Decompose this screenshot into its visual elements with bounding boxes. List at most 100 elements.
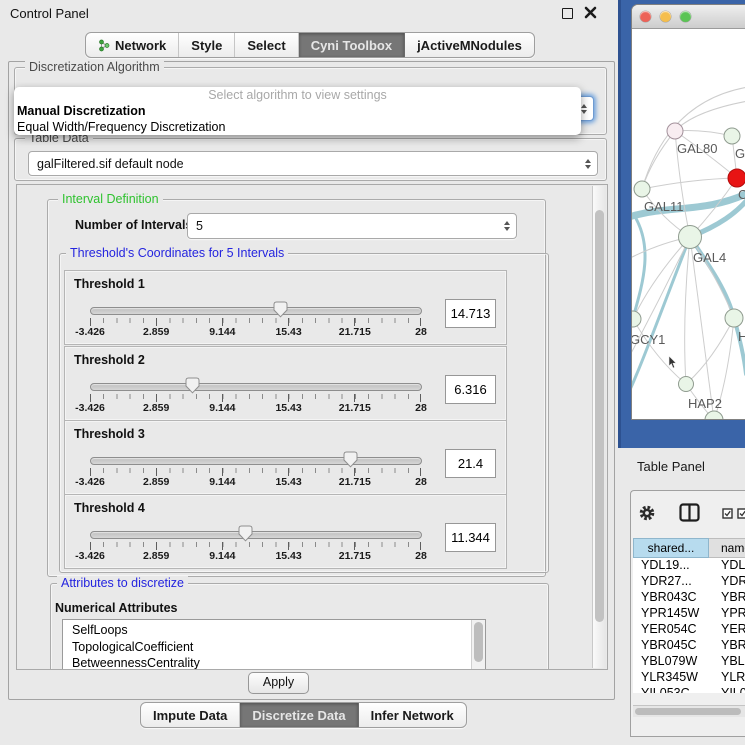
numerical-attributes-label: Numerical Attributes (55, 601, 177, 615)
table-horizontal-scrollbar[interactable] (633, 705, 745, 717)
table-panel-window: shared... name YDL19...YDL1 YDR27...YDR2… (630, 490, 745, 737)
table-panel-toolbar (631, 491, 745, 537)
group-label: Interval Definition (58, 192, 163, 206)
threshold-panel: Threshold 1 -3.4262.8599.14415.4321.7152… (64, 270, 507, 345)
table-row[interactable]: YBR043CYBR0 (633, 590, 745, 606)
node-label-gal11: GAL11 (644, 199, 684, 214)
node-label-gal80: GAL80 (677, 141, 717, 156)
threshold-panel: Threshold 3 -3.4262.8599.14415.4321.7152… (64, 420, 507, 495)
threshold-label: Threshold 4 (74, 501, 145, 515)
threshold-value-field[interactable] (445, 449, 496, 478)
threshold-value-field[interactable] (445, 523, 496, 552)
num-intervals-combobox[interactable]: 5 (187, 213, 517, 239)
node-label-h: H (738, 329, 745, 344)
slider-thumb[interactable] (238, 525, 253, 542)
threshold-label: Threshold 1 (74, 277, 145, 291)
float-window-icon[interactable] (562, 8, 573, 19)
list-item[interactable]: TopologicalCoefficient (63, 639, 485, 656)
threshold-slider[interactable] (90, 381, 420, 391)
table-row[interactable]: YBR045CYBR0 (633, 638, 745, 654)
tab-impute-data[interactable]: Impute Data (141, 703, 240, 727)
minimize-traffic-light[interactable] (660, 11, 671, 22)
threshold-slider[interactable] (90, 529, 420, 539)
tab-cyni-toolbox[interactable]: Cyni Toolbox (299, 33, 405, 57)
column-header-name[interactable]: name (709, 538, 745, 558)
network-view-window: GAL80 GA C GAL11 GAL4 GCY1 H HAP2 (631, 4, 745, 420)
close-icon[interactable] (584, 6, 597, 19)
table-panel-title: Table Panel (637, 459, 705, 474)
threshold-label: Threshold 3 (74, 427, 145, 441)
split-columns-icon[interactable] (679, 503, 700, 522)
dropdown-placeholder: Select algorithm to view settings (14, 87, 581, 103)
node-h[interactable] (725, 309, 743, 327)
dropdown-option-equal-width[interactable]: Equal Width/Frequency Discretization (14, 119, 581, 135)
node-red[interactable] (728, 169, 745, 187)
node-ga[interactable] (724, 128, 740, 144)
settings-scroll-area: Interval Definition Number of Intervals … (16, 184, 608, 670)
threshold-panel: Threshold 4 -3.4262.8599.14415.4321.7152… (64, 494, 507, 569)
dropdown-option-manual[interactable]: Manual Discretization (14, 103, 581, 119)
table-row[interactable]: YER054CYER0 (633, 622, 745, 638)
network-icon (98, 39, 110, 52)
list-scrollbar[interactable] (471, 620, 485, 670)
stepper-icon (579, 159, 597, 169)
group-label: Threshold's Coordinates for 5 Intervals (66, 246, 288, 260)
tab-jactivemnodules[interactable]: jActiveMNodules (405, 33, 534, 57)
table-row[interactable]: YDR27...YDR2 (633, 574, 745, 590)
table-data-combobox[interactable]: galFiltered.sif default node (28, 151, 598, 176)
checkbox-icon[interactable] (722, 508, 733, 519)
threshold-panel: Threshold 2 -3.4262.8599.14415.4321.7152… (64, 346, 507, 421)
list-item[interactable]: SelfLoops (63, 620, 485, 639)
table-row[interactable]: YLR345WYLR3 (633, 670, 745, 686)
table-row[interactable]: YPR145WYPR1 (633, 606, 745, 622)
gear-icon[interactable] (638, 504, 656, 522)
node-label-ga: GA (735, 146, 745, 161)
slider-thumb[interactable] (185, 377, 200, 394)
group-label: Discretization Algorithm (25, 60, 164, 74)
tab-infer-network[interactable]: Infer Network (359, 703, 466, 727)
group-label: Attributes to discretize (57, 576, 188, 590)
node-hap2[interactable] (679, 377, 694, 392)
table-row[interactable]: YBL079WYBL0 (633, 654, 745, 670)
node-label-gcy1: GCY1 (632, 332, 665, 347)
numerical-attributes-list: SelfLoops TopologicalCoefficient Between… (62, 619, 486, 670)
stepper-icon (498, 221, 516, 231)
network-window-titlebar[interactable] (632, 5, 745, 29)
cyni-toolbox-content: Discretization Algorithm Select algorith… (8, 61, 615, 700)
list-item[interactable]: BetweennessCentrality (63, 655, 485, 670)
table-row[interactable]: YDL19...YDL1 (633, 558, 745, 574)
node-label-hap2: HAP2 (688, 396, 722, 411)
threshold-value-field[interactable] (445, 375, 496, 404)
node-table: shared... name YDL19...YDL1 YDR27...YDR2… (633, 538, 745, 693)
panel-title: Control Panel (10, 6, 89, 21)
tab-style[interactable]: Style (179, 33, 235, 57)
bottom-tab-bar: Impute Data Discretize Data Infer Networ… (140, 702, 467, 728)
settings-scrollbar[interactable] (592, 186, 606, 668)
threshold-value-field[interactable] (445, 299, 496, 328)
slider-thumb[interactable] (273, 301, 288, 318)
slider-thumb[interactable] (343, 451, 358, 468)
node-gal11[interactable] (634, 181, 650, 197)
threshold-slider[interactable] (90, 455, 420, 465)
tab-select[interactable]: Select (235, 33, 298, 57)
checkbox-icon[interactable] (737, 508, 745, 519)
zoom-traffic-light[interactable] (680, 11, 691, 22)
node-gal80[interactable] (667, 123, 683, 139)
num-intervals-label: Number of Intervals (75, 218, 192, 232)
mouse-cursor (668, 356, 677, 369)
threshold-label: Threshold 2 (74, 353, 145, 367)
node-gcy1[interactable] (632, 311, 641, 327)
network-canvas[interactable]: GAL80 GA C GAL11 GAL4 GCY1 H HAP2 (632, 29, 745, 419)
threshold-slider[interactable] (90, 305, 420, 315)
tab-label: Network (115, 38, 166, 53)
column-header-shared-name[interactable]: shared... (633, 538, 709, 558)
tab-discretize-data[interactable]: Discretize Data (240, 703, 358, 727)
screen: Control Panel Network Style Select Cyni … (0, 0, 745, 745)
close-traffic-light[interactable] (640, 11, 651, 22)
control-panel: Control Panel Network Style Select Cyni … (0, 0, 620, 745)
tab-network[interactable]: Network (86, 33, 179, 57)
apply-button[interactable]: Apply (248, 672, 309, 694)
table-header: shared... name (633, 538, 745, 558)
node-gal4[interactable] (679, 226, 702, 249)
table-row[interactable]: YIL053CYIL0 (633, 686, 745, 693)
